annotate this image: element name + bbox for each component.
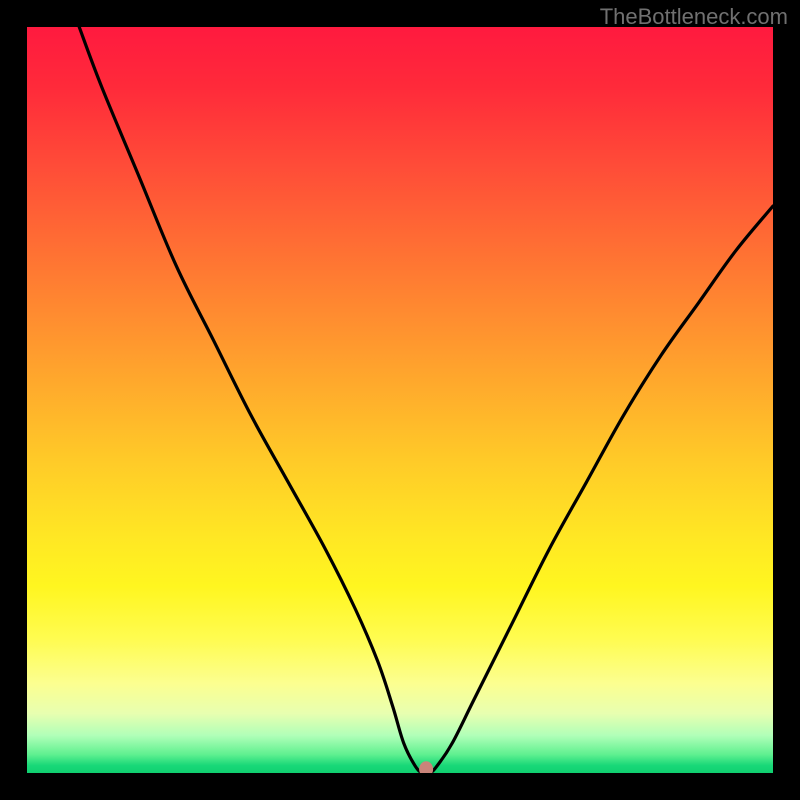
watermark-text: TheBottleneck.com — [600, 4, 788, 30]
chart-container: TheBottleneck.com — [0, 0, 800, 800]
chart-svg — [27, 27, 773, 773]
curve-line — [79, 27, 773, 773]
marker-dot — [419, 761, 433, 773]
